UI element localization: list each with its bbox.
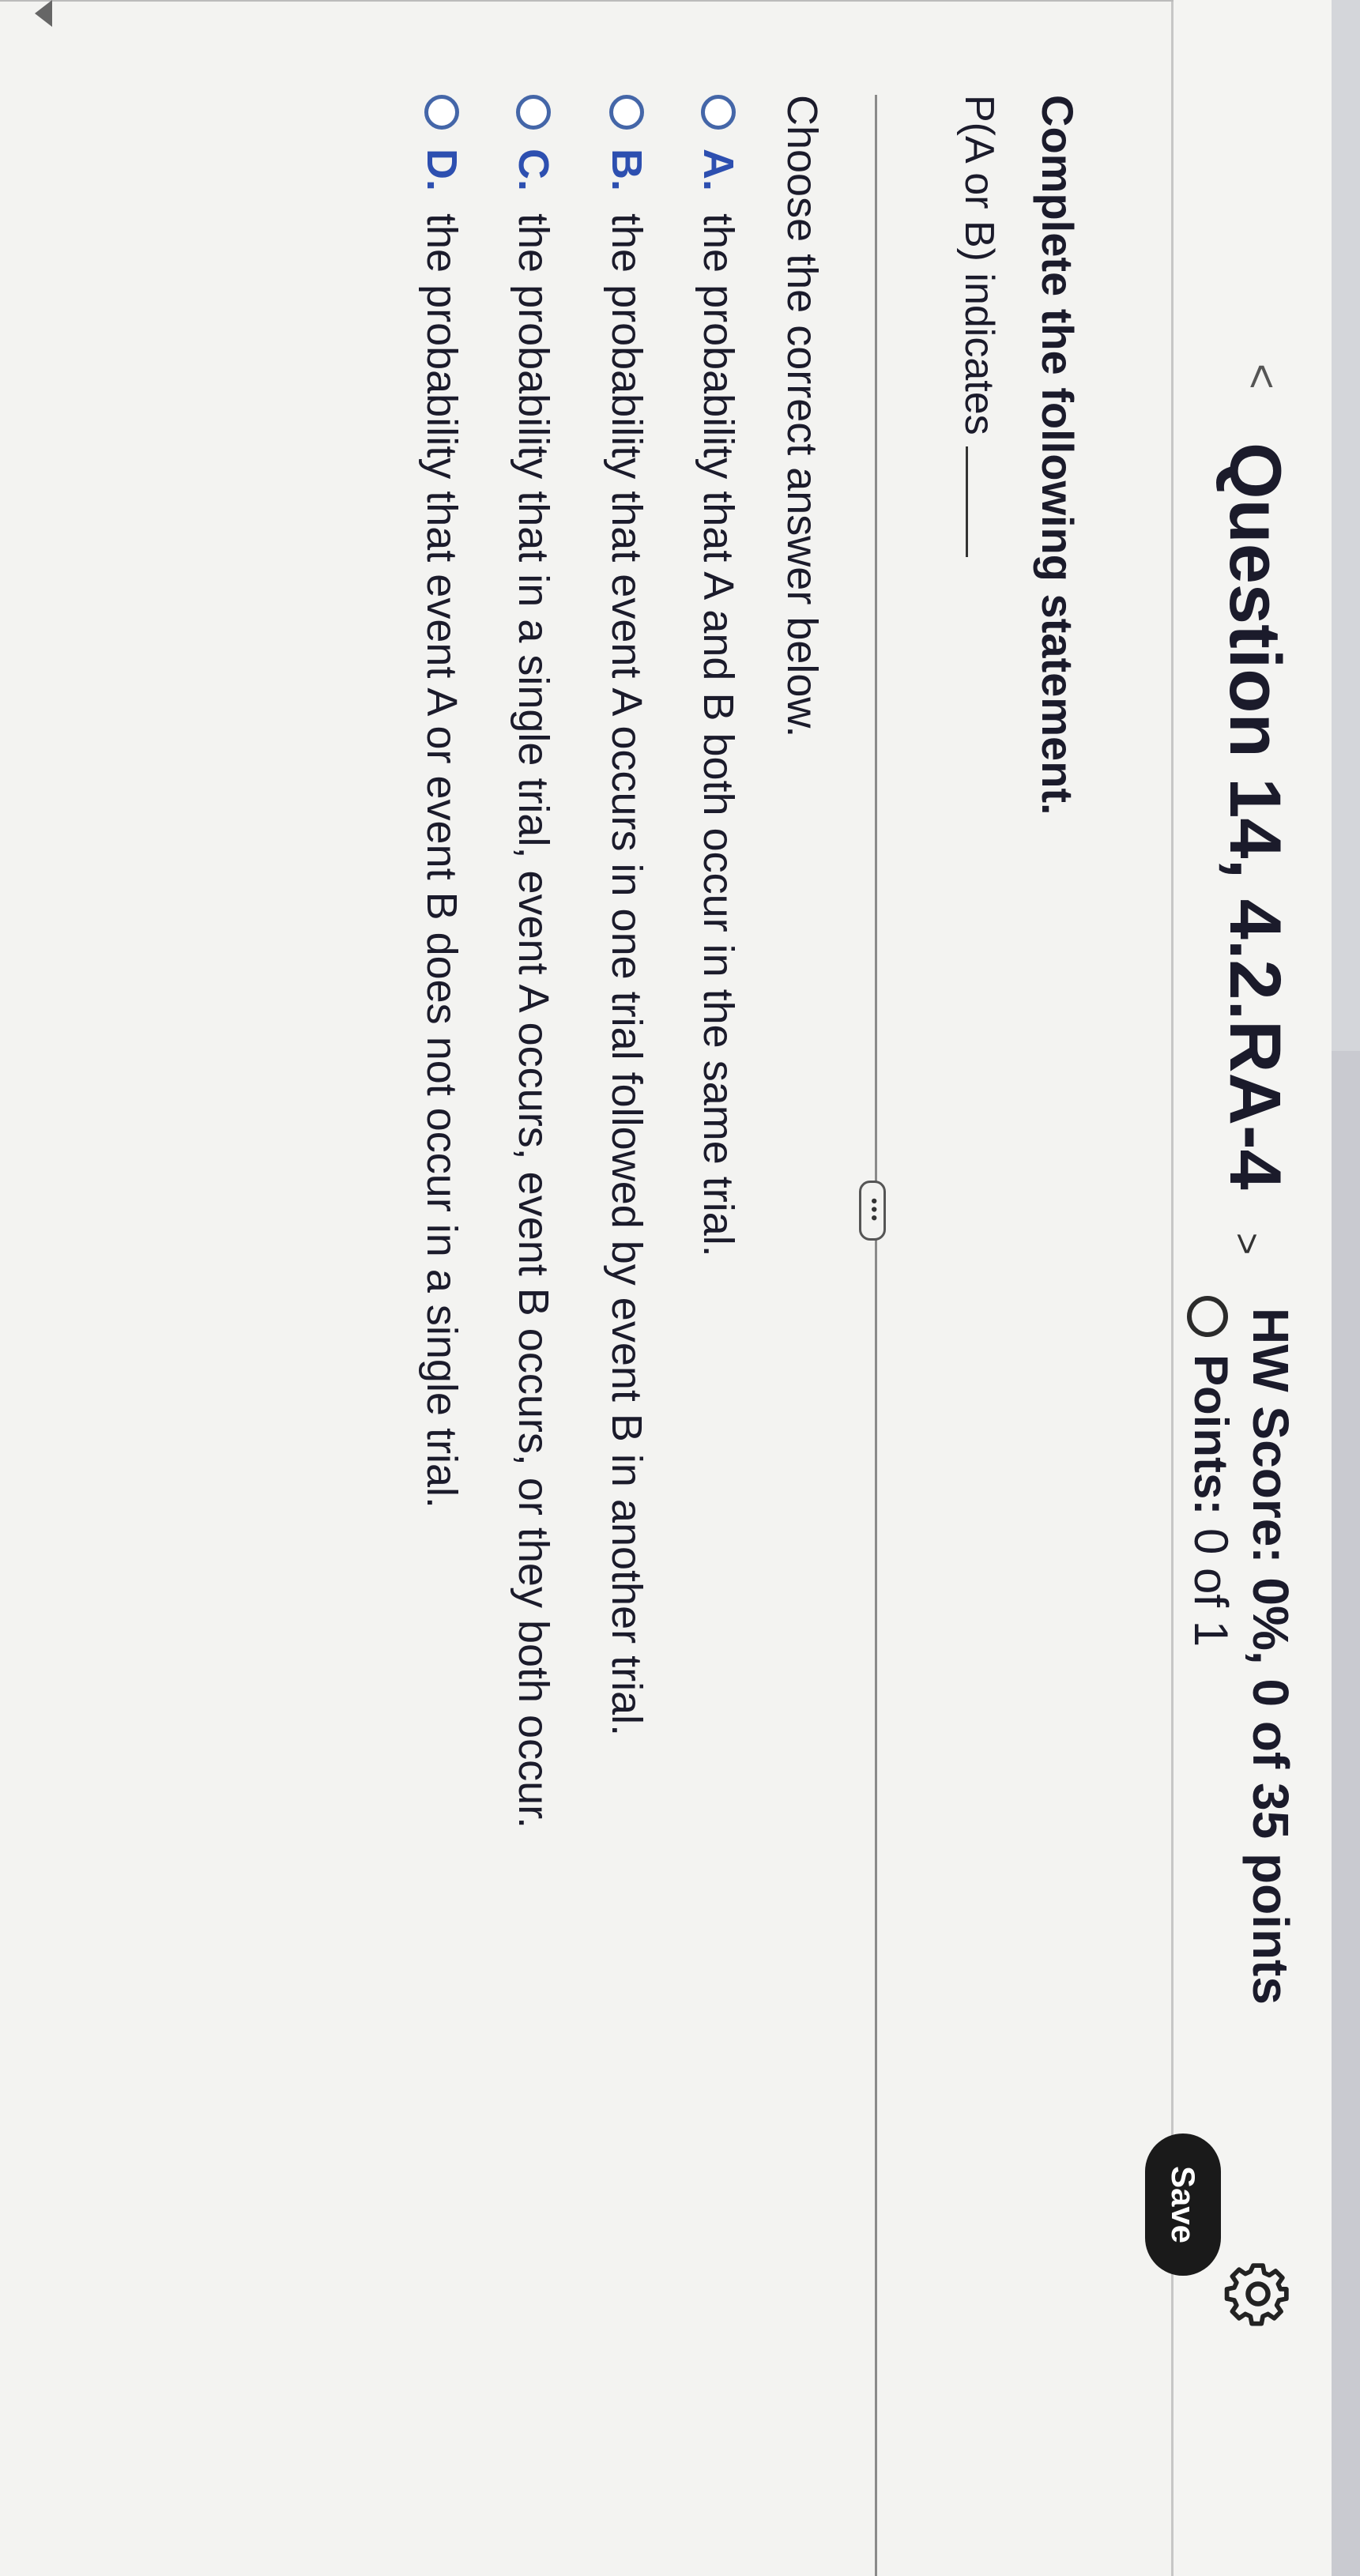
gear-icon[interactable] <box>1224 2260 1292 2328</box>
option-letter: A. <box>695 149 742 191</box>
choose-prompt: Choose the correct answer below. <box>778 95 826 738</box>
option-b[interactable]: B. the probability that event A occurs i… <box>593 95 660 1736</box>
option-letter: C. <box>510 149 557 191</box>
browser-tab-area <box>1332 1051 1360 2576</box>
save-button[interactable]: Save <box>1145 2133 1221 2276</box>
option-text: the probability that A and B both occur … <box>695 213 742 1257</box>
rotated-screen: < Question 14, 4.2.RA-4 > HW Score: 0%, … <box>0 0 1360 2576</box>
radio-circle-icon[interactable] <box>609 95 644 130</box>
pane-divider[interactable] <box>0 0 1174 2</box>
option-d[interactable]: D. the probability that event A or event… <box>409 95 475 1508</box>
option-text: the probability that event A occurs in o… <box>603 213 650 1737</box>
browser-top-strip <box>1332 0 1360 2576</box>
option-text: the probability that in a single trial, … <box>510 213 557 1829</box>
points-indicator: Points: 0 of 1 <box>1184 1296 1238 1647</box>
radio-circle-icon[interactable] <box>701 95 736 130</box>
option-c[interactable]: C. the probability that in a single tria… <box>500 95 567 1828</box>
question-instruction: Complete the following statement. <box>1033 95 1083 815</box>
collapse-arrow-icon[interactable] <box>35 0 52 27</box>
points-value: 0 of 1 <box>1185 1528 1238 1648</box>
radio-circle-icon[interactable] <box>424 95 459 130</box>
question-header: < Question 14, 4.2.RA-4 > HW Score: 0%, … <box>1145 0 1332 2576</box>
question-title: Question 14, 4.2.RA-4 <box>1215 443 1295 1190</box>
option-letter: D. <box>418 149 465 191</box>
next-question-button[interactable]: > <box>1225 1233 1268 1255</box>
points-label: Points: <box>1185 1354 1238 1516</box>
more-options-button[interactable]: ••• <box>859 1181 886 1241</box>
option-letter: B. <box>603 149 650 191</box>
statement-text: P(A or B) indicates <box>956 95 1002 435</box>
points-status-icon <box>1186 1296 1228 1337</box>
radio-circle-icon[interactable] <box>516 95 551 130</box>
hw-score: HW Score: 0%, 0 of 35 points <box>1242 1308 1299 2005</box>
previous-question-button[interactable]: < <box>1237 363 1288 390</box>
option-text: the probability that event A or event B … <box>418 213 465 1508</box>
option-a[interactable]: A. the probability that A and B both occ… <box>685 95 752 1257</box>
answer-blank <box>966 446 968 557</box>
section-divider <box>875 95 877 2576</box>
question-statement: P(A or B) indicates <box>955 95 1003 557</box>
